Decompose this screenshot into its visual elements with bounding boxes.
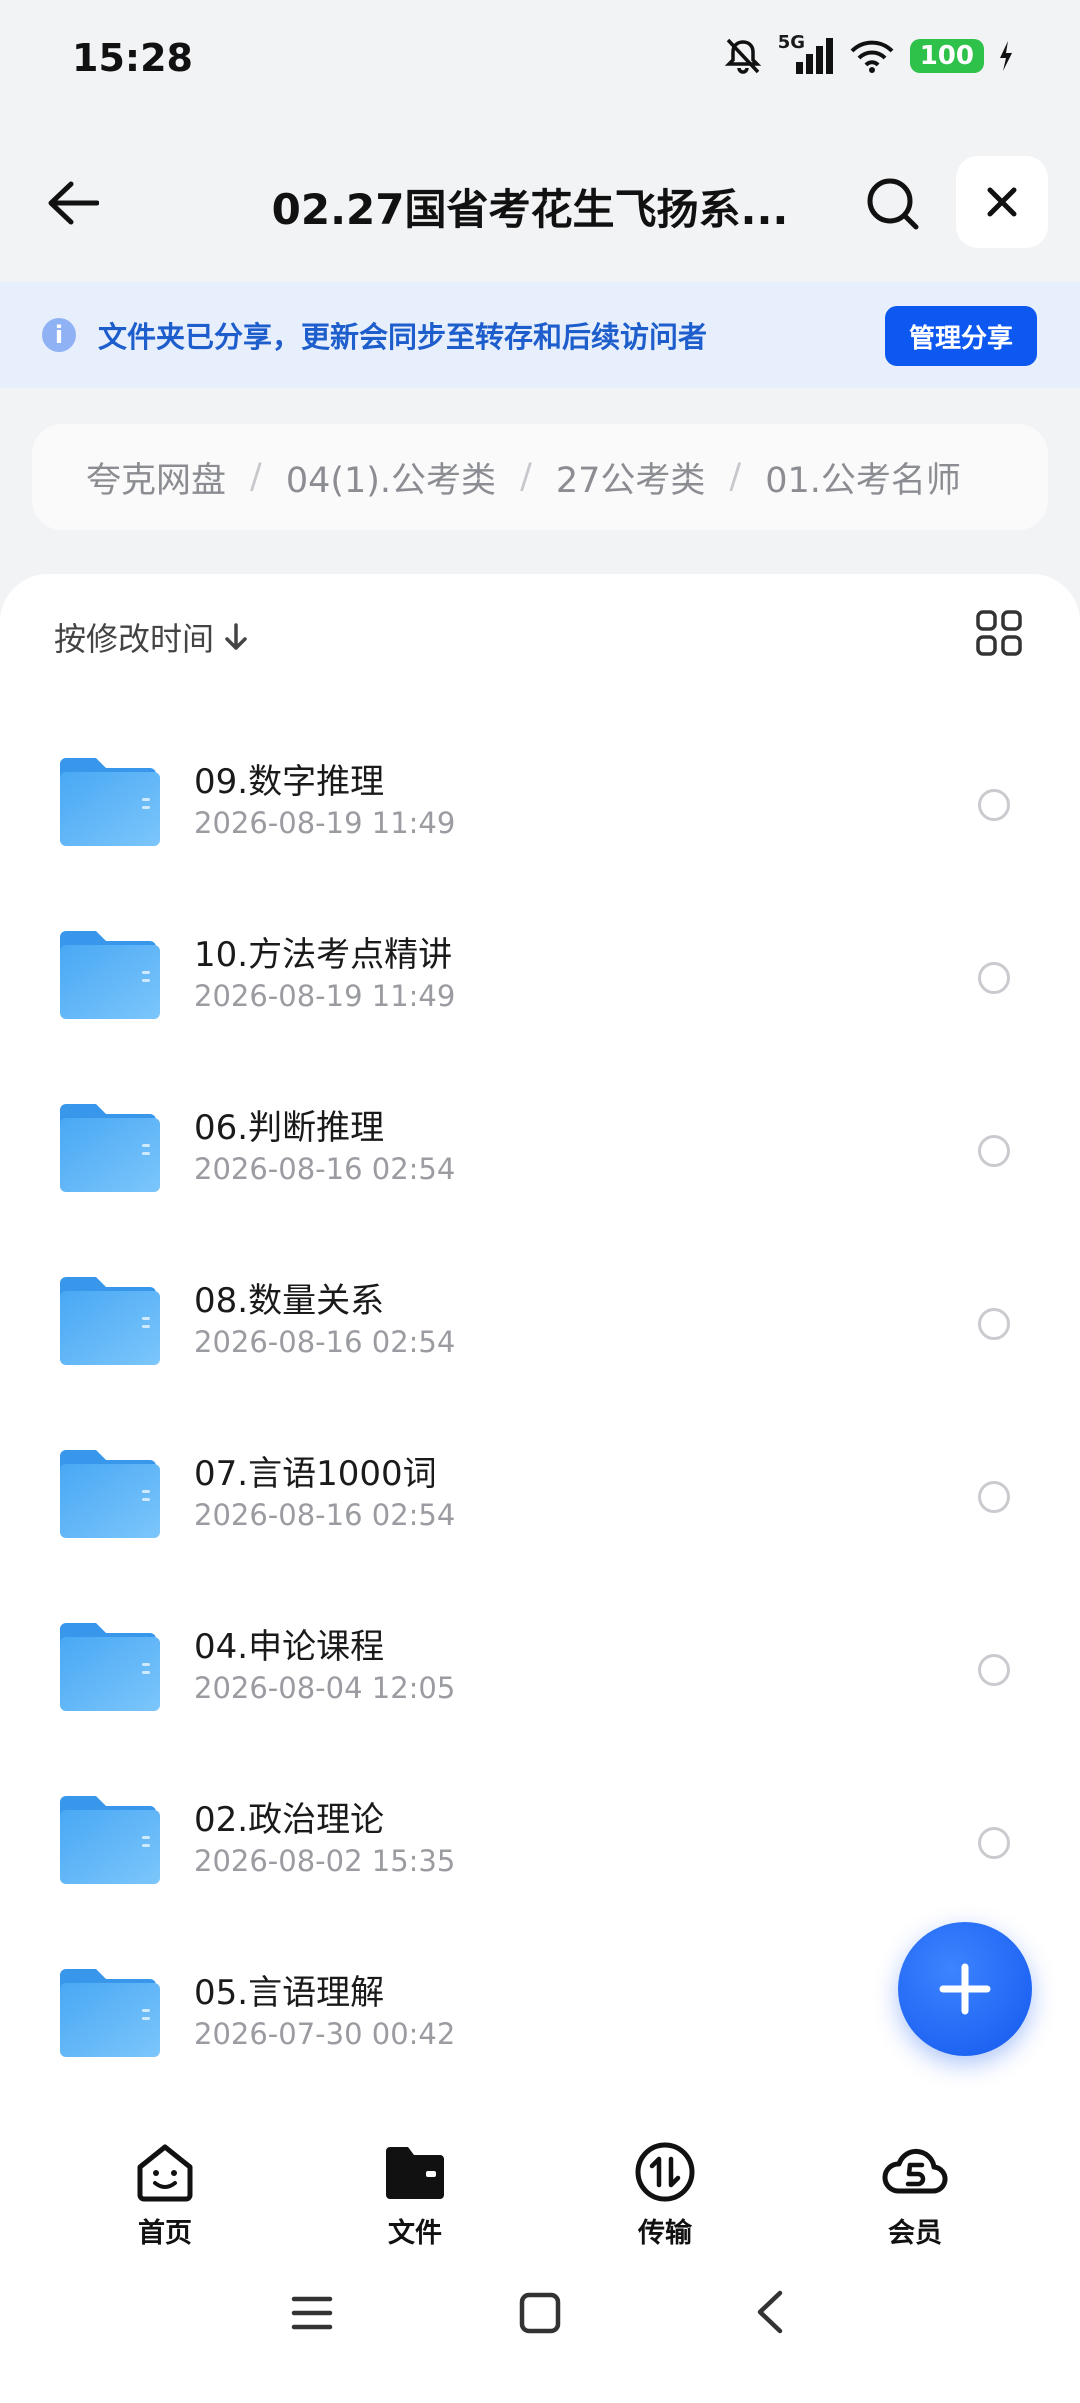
file-row[interactable]: 08.数量关系 2026-08-16 02:54 [0,1233,1080,1406]
file-date: 2026-08-19 11:49 [194,979,456,1013]
file-date: 2026-08-16 02:54 [194,1152,456,1186]
back-chevron-icon[interactable] [754,2289,786,2335]
file-row[interactable]: 07.言语1000词 2026-08-16 02:54 [0,1406,1080,1579]
status-time: 15:28 [72,36,193,80]
menu-icon[interactable] [290,2293,334,2333]
breadcrumb-item-current[interactable]: 01.公考名师 [765,452,961,503]
page-title: 02.27国省考花生飞扬系... [271,185,789,234]
network-type: 5G [777,32,806,53]
back-arrow-icon [48,181,99,225]
transfer-icon [635,2142,695,2202]
close-button[interactable] [956,156,1048,248]
wifi-icon [850,40,894,73]
file-name: 02.政治理论 [194,1800,385,1840]
search-button[interactable] [852,168,932,238]
nav-item-home[interactable]: 首页 [105,2141,225,2250]
select-checkbox[interactable] [978,1654,1010,1686]
file-list: 09.数字推理 2026-08-19 11:49 10.方法考点精讲 2026-… [0,714,1080,2098]
close-icon [987,187,1017,217]
file-date: 2026-08-16 02:54 [194,1498,456,1532]
file-name: 08.数量关系 [194,1281,385,1321]
nav-item-transfer[interactable]: 传输 [605,2141,725,2250]
banner-text: 文件夹已分享，更新会同步至转存和后续访问者 [98,320,708,354]
file-row[interactable]: 02.政治理论 2026-08-02 15:35 [0,1752,1080,1925]
breadcrumb-separator: / [729,457,742,497]
breadcrumb-separator: / [520,457,532,497]
breadcrumb-item[interactable]: 04(1).公考类 [286,452,496,503]
info-icon: i [42,318,76,352]
add-button[interactable] [898,1922,1032,2056]
file-row[interactable]: 06.判断推理 2026-08-16 02:54 [0,1060,1080,1233]
file-date: 2026-08-19 11:49 [194,806,456,840]
file-row[interactable]: 10.方法考点精讲 2026-08-19 11:49 [0,887,1080,1060]
system-nav-bar [0,2245,1080,2403]
breadcrumb: 夸克网盘 / 04(1).公考类 / 27公考类 / 01.公考名师 [32,424,1048,530]
file-name: 09.数字推理 [194,762,385,802]
select-checkbox[interactable] [978,1481,1010,1513]
folder-icon [60,1104,160,1192]
sort-button[interactable]: 按修改时间 [54,614,248,660]
select-checkbox[interactable] [978,1827,1010,1859]
file-name: 04.申论课程 [194,1627,385,1667]
header: 02.27国省考花生飞扬系... [0,150,1080,254]
file-panel: 按修改时间 09.数字推理 2026-08-19 11:49 10.方法考点精讲… [0,574,1080,2174]
select-checkbox[interactable] [978,962,1010,994]
file-name: 07.言语1000词 [194,1454,437,1494]
select-checkbox[interactable] [978,1308,1010,1340]
folder-icon [60,931,160,1019]
folder-icon [386,2147,444,2199]
folder-icon [60,1796,160,1884]
folder-icon [60,1969,160,2057]
status-icons: 5G 100 [722,32,1014,76]
folder-icon [60,758,160,846]
status-bar: 15:28 5G 100 [0,0,1080,120]
file-name: 10.方法考点精讲 [194,935,453,975]
signal-icon: 5G [778,32,834,76]
file-date: 2026-08-16 02:54 [194,1325,456,1359]
mute-icon [724,38,761,74]
nav-item-vip[interactable]: 会员 [855,2141,975,2250]
charging-icon [1000,41,1012,71]
battery-icon: 100 [909,39,984,73]
back-button[interactable] [38,168,108,238]
folder-icon [60,1623,160,1711]
file-row[interactable]: 09.数字推理 2026-08-19 11:49 [0,714,1080,887]
breadcrumb-item[interactable]: 夸克网盘 [86,452,226,503]
sort-label: 按修改时间 [54,620,215,658]
file-date: 2026-08-04 12:05 [194,1671,456,1705]
share-banner: i 文件夹已分享，更新会同步至转存和后续访问者 管理分享 [0,282,1080,388]
view-toggle-button[interactable] [974,608,1024,658]
select-checkbox[interactable] [978,1135,1010,1167]
file-name: 05.言语理解 [194,1973,385,2013]
file-name: 06.判断推理 [194,1108,385,1148]
plus-icon [939,1963,991,2015]
file-row[interactable]: 04.申论课程 2026-08-04 12:05 [0,1579,1080,1752]
file-date: 2026-08-02 15:35 [194,1844,456,1878]
breadcrumb-separator: / [250,457,262,497]
search-icon [867,178,919,230]
folder-icon [60,1450,160,1538]
breadcrumb-item[interactable]: 27公考类 [556,452,706,503]
folder-icon [60,1277,160,1365]
bottom-nav: 首页 文件 传输 会员 [0,2115,1080,2249]
select-checkbox[interactable] [978,789,1010,821]
arrow-down-icon [225,623,247,650]
smile-home-icon [137,2144,193,2202]
home-square-icon[interactable] [519,2292,561,2334]
cloud-vip-icon [882,2148,948,2194]
nav-item-files[interactable]: 文件 [355,2141,475,2250]
manage-share-button[interactable]: 管理分享 [885,306,1037,366]
grid-view-icon [976,610,1022,656]
file-date: 2026-07-30 00:42 [194,2017,456,2051]
